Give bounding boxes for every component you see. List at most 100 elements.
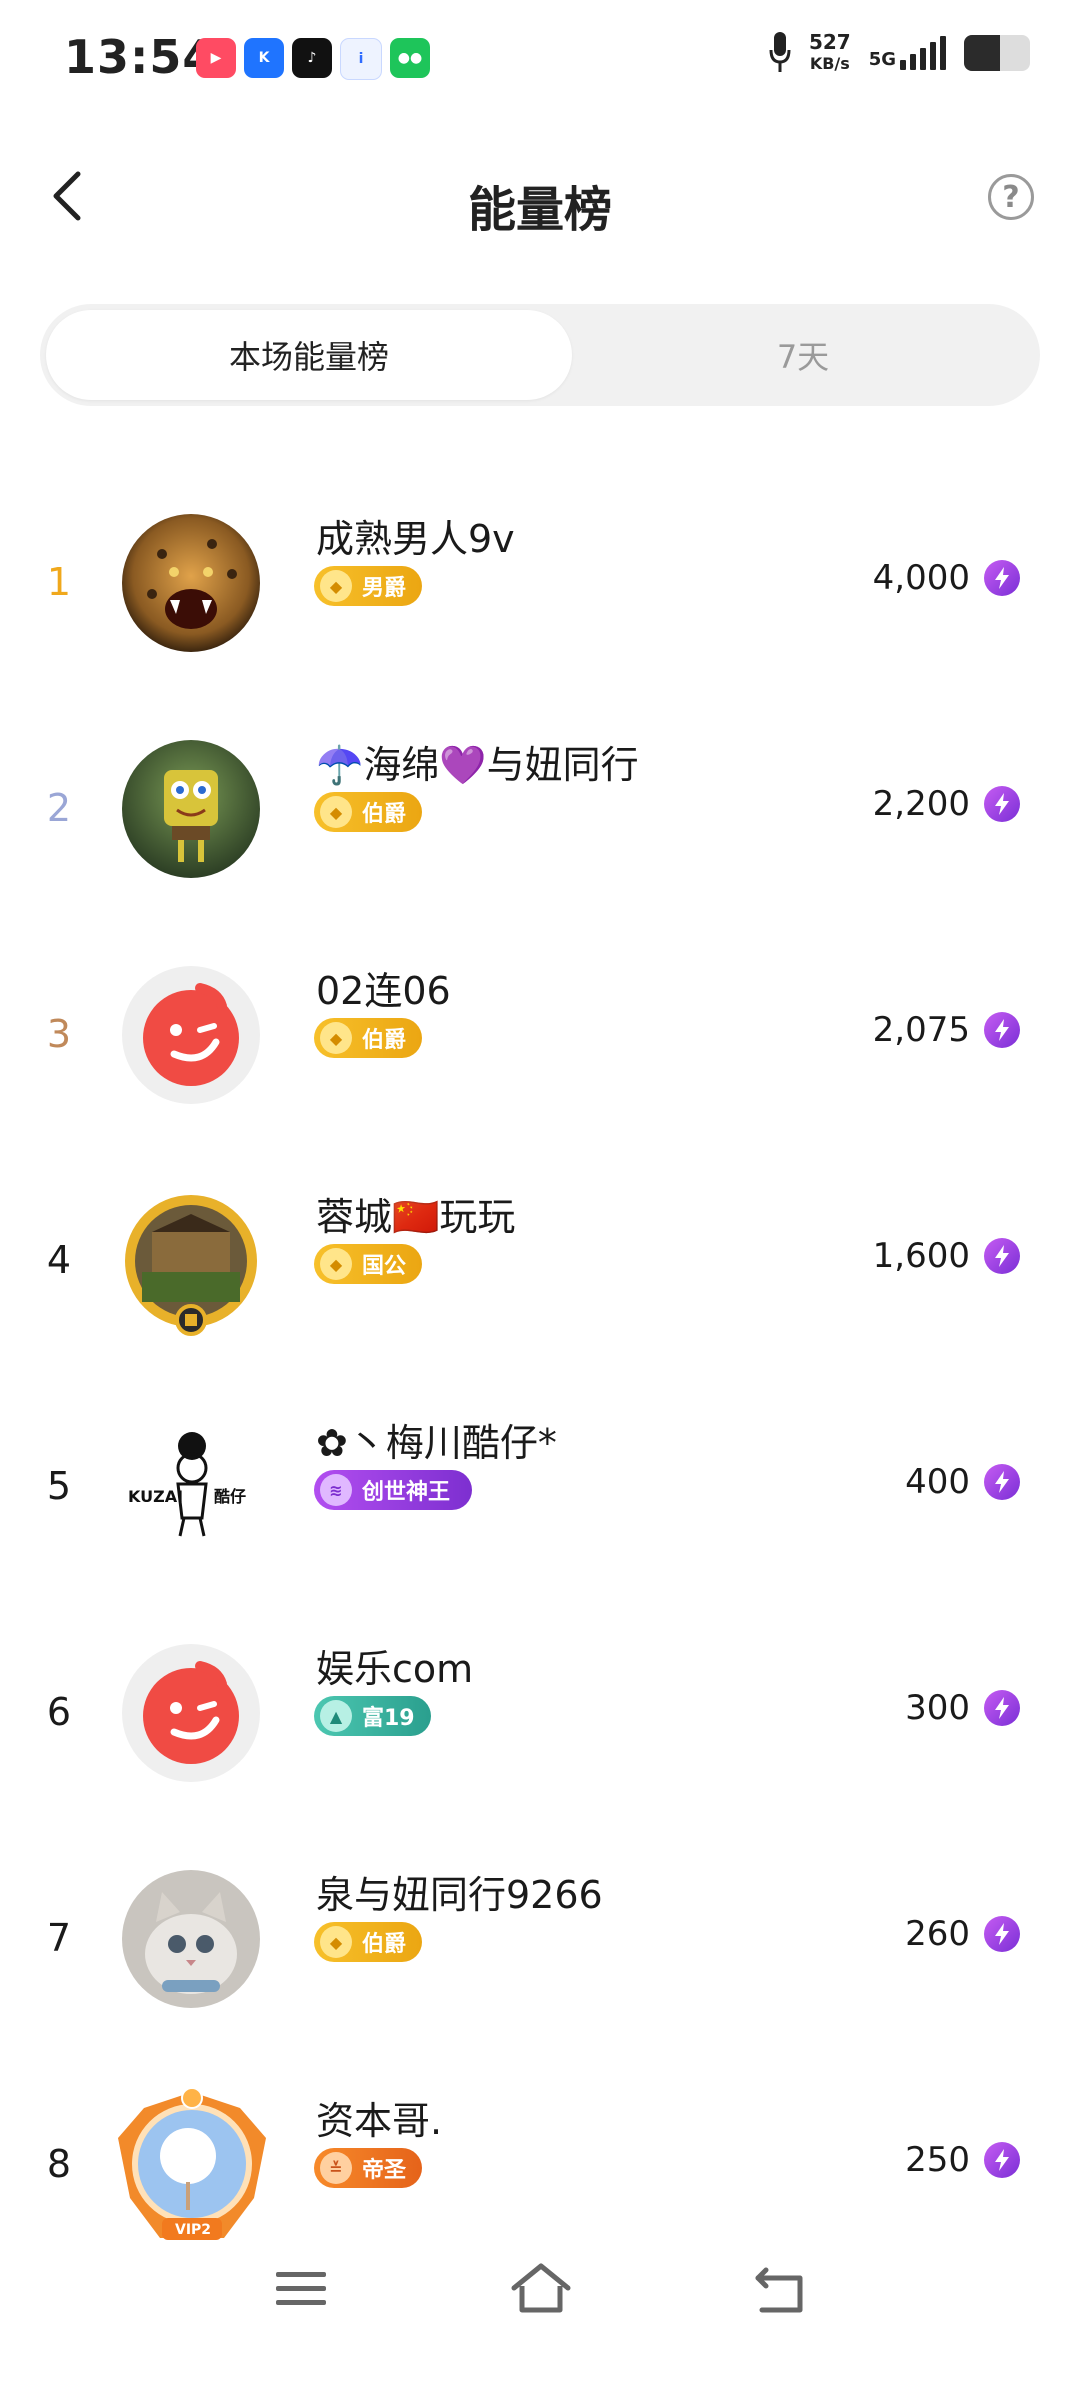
user-name: ☂️海绵💜与妞同行 bbox=[316, 743, 639, 787]
energy-score: 1,600 bbox=[872, 1236, 970, 1276]
badge-label: 伯爵 bbox=[362, 1932, 407, 1957]
lightning-icon bbox=[984, 1916, 1020, 1952]
avatar[interactable] bbox=[122, 1870, 260, 2008]
ranking-row[interactable]: 1 成熟男人9v ◆ 男爵 4,000 bbox=[0, 470, 1080, 696]
avatar-text-kuzai: KUZAI bbox=[128, 1487, 183, 1506]
energy-score: 250 bbox=[905, 2140, 970, 2180]
network-speed: 527 KB/s bbox=[809, 31, 851, 75]
badge-label: 男爵 bbox=[362, 576, 407, 601]
level-badge: ◆ 伯爵 bbox=[314, 792, 423, 832]
energy-score: 260 bbox=[905, 1914, 970, 1954]
level-badge: ▲ 富19 bbox=[314, 1696, 431, 1736]
avatar[interactable]: VIP2 bbox=[104, 2078, 280, 2254]
lightning-icon bbox=[984, 1238, 1020, 1274]
badge-label: 创世神王 bbox=[362, 1480, 451, 1505]
rank-number: 7 bbox=[46, 1916, 72, 1960]
avatar[interactable] bbox=[122, 514, 260, 652]
level-badge: ◆ 伯爵 bbox=[314, 1018, 423, 1058]
badge-label: 帝圣 bbox=[362, 2158, 407, 2183]
badge-label: 伯爵 bbox=[362, 802, 407, 827]
network-type: 5G bbox=[868, 49, 896, 70]
ifly-icon: i bbox=[340, 38, 382, 80]
speed-unit: KB/s bbox=[809, 54, 850, 73]
badge-label: 富19 bbox=[362, 1706, 415, 1731]
tab-7-days[interactable]: 7天 bbox=[572, 310, 1034, 400]
level-badge: ◆ 伯爵 bbox=[314, 1922, 423, 1962]
user-name: ✿丶梅川酷仔* bbox=[316, 1421, 557, 1465]
wechat-icon: ●● bbox=[390, 38, 430, 78]
energy-score: 400 bbox=[905, 1462, 970, 1502]
wheat-icon: ≚ bbox=[320, 2152, 352, 2184]
lightning-icon bbox=[984, 1012, 1020, 1048]
avatar-text-kuzai-cn: 酷仔 bbox=[214, 1487, 246, 1506]
ranking-row[interactable]: 2 ☂️海绵💜与妞同行 ◆ 伯爵 2,200 bbox=[0, 696, 1080, 922]
badge-label: 国公 bbox=[362, 1254, 407, 1279]
ranking-row[interactable]: 5 KUZAI 酷仔 ✿丶梅川酷仔* ≋ 创世神王 400 bbox=[0, 1374, 1080, 1600]
user-name: 02连06 bbox=[316, 969, 451, 1013]
diamond-icon: ◆ bbox=[320, 1248, 352, 1280]
level-badge: ◆ 国公 bbox=[314, 1244, 423, 1284]
energy-score: 4,000 bbox=[872, 558, 970, 598]
energy-score: 300 bbox=[905, 1688, 970, 1728]
lightning-icon bbox=[984, 560, 1020, 596]
avatar[interactable] bbox=[122, 740, 260, 878]
rank-number: 4 bbox=[46, 1238, 72, 1282]
k-app-icon: K bbox=[244, 38, 284, 78]
page-title: 能量榜 bbox=[467, 182, 612, 238]
battery-icon bbox=[964, 35, 1030, 71]
status-bar: 13:54 ▶ K ♪ i ●● 527 KB/s 5G bbox=[0, 0, 1080, 112]
lightning-icon bbox=[984, 786, 1020, 822]
energy-score: 2,200 bbox=[872, 784, 970, 824]
status-right: 527 KB/s 5G bbox=[769, 30, 1030, 76]
ranking-row[interactable]: 6 娱乐com ▲ 富19 300 bbox=[0, 1600, 1080, 1826]
back-nav-icon[interactable] bbox=[746, 2254, 816, 2324]
tiktok-icon: ♪ bbox=[292, 38, 332, 78]
diamond-icon: ◆ bbox=[320, 796, 352, 828]
status-app-icons: ▶ K ♪ i ●● bbox=[196, 38, 430, 80]
status-time: 13:54 bbox=[64, 30, 216, 84]
user-name: 蓉城🇨🇳玩玩 bbox=[316, 1195, 516, 1239]
diamond-icon: ◆ bbox=[320, 1022, 352, 1054]
system-nav-bar bbox=[0, 2240, 1080, 2340]
rank-number: 5 bbox=[46, 1464, 72, 1508]
help-circle-icon[interactable]: ? bbox=[988, 174, 1034, 220]
level-badge: ≚ 帝圣 bbox=[314, 2148, 423, 2188]
avatar[interactable] bbox=[122, 1192, 260, 1336]
lightning-icon bbox=[984, 2142, 1020, 2178]
user-name: 泉与妞同行9266 bbox=[316, 1873, 603, 1917]
ranking-row[interactable]: 7 泉与妞同行9266 ◆ 伯爵 260 bbox=[0, 1826, 1080, 2052]
ranking-row[interactable]: 4 蓉城🇨🇳玩玩 ◆ 国公 1,600 bbox=[0, 1148, 1080, 1374]
rank-number: 2 bbox=[46, 786, 72, 830]
menu-icon[interactable] bbox=[266, 2254, 336, 2324]
home-icon[interactable] bbox=[506, 2254, 576, 2324]
chevron-crest-icon: ≋ bbox=[320, 1474, 352, 1506]
signal-icon bbox=[900, 36, 946, 70]
tab-bar: 本场能量榜 7天 bbox=[40, 304, 1040, 406]
lightning-icon bbox=[984, 1464, 1020, 1500]
user-name: 资本哥. bbox=[316, 2099, 443, 2143]
badge-label: 伯爵 bbox=[362, 1028, 407, 1053]
signal-group: 5G bbox=[869, 36, 946, 70]
vip-level-text: VIP2 bbox=[175, 2222, 211, 2238]
lightning-icon bbox=[984, 1690, 1020, 1726]
level-badge: ◆ 男爵 bbox=[314, 566, 423, 606]
diamond-icon: ◆ bbox=[320, 1926, 352, 1958]
tab-current-session[interactable]: 本场能量榜 bbox=[46, 310, 572, 400]
rank-number: 1 bbox=[46, 560, 72, 604]
rank-number: 3 bbox=[46, 1012, 72, 1056]
rank-number: 8 bbox=[46, 2142, 72, 2186]
video-app-icon: ▶ bbox=[196, 38, 236, 78]
speed-value: 527 bbox=[808, 30, 851, 54]
avatar[interactable] bbox=[122, 1644, 260, 1782]
rank-number: 6 bbox=[46, 1690, 72, 1734]
battery-level bbox=[964, 35, 1001, 71]
level-badge: ≋ 创世神王 bbox=[314, 1470, 473, 1510]
triangle-icon: ▲ bbox=[320, 1700, 352, 1732]
user-name: 成熟男人9v bbox=[316, 517, 515, 561]
ranking-row[interactable]: 3 02连06 ◆ 伯爵 2,075 bbox=[0, 922, 1080, 1148]
microphone-icon bbox=[769, 32, 791, 72]
avatar[interactable]: KUZAI 酷仔 bbox=[122, 1418, 260, 1556]
energy-score: 2,075 bbox=[872, 1010, 970, 1050]
user-name: 娱乐com bbox=[316, 1647, 474, 1691]
avatar[interactable] bbox=[122, 966, 260, 1104]
